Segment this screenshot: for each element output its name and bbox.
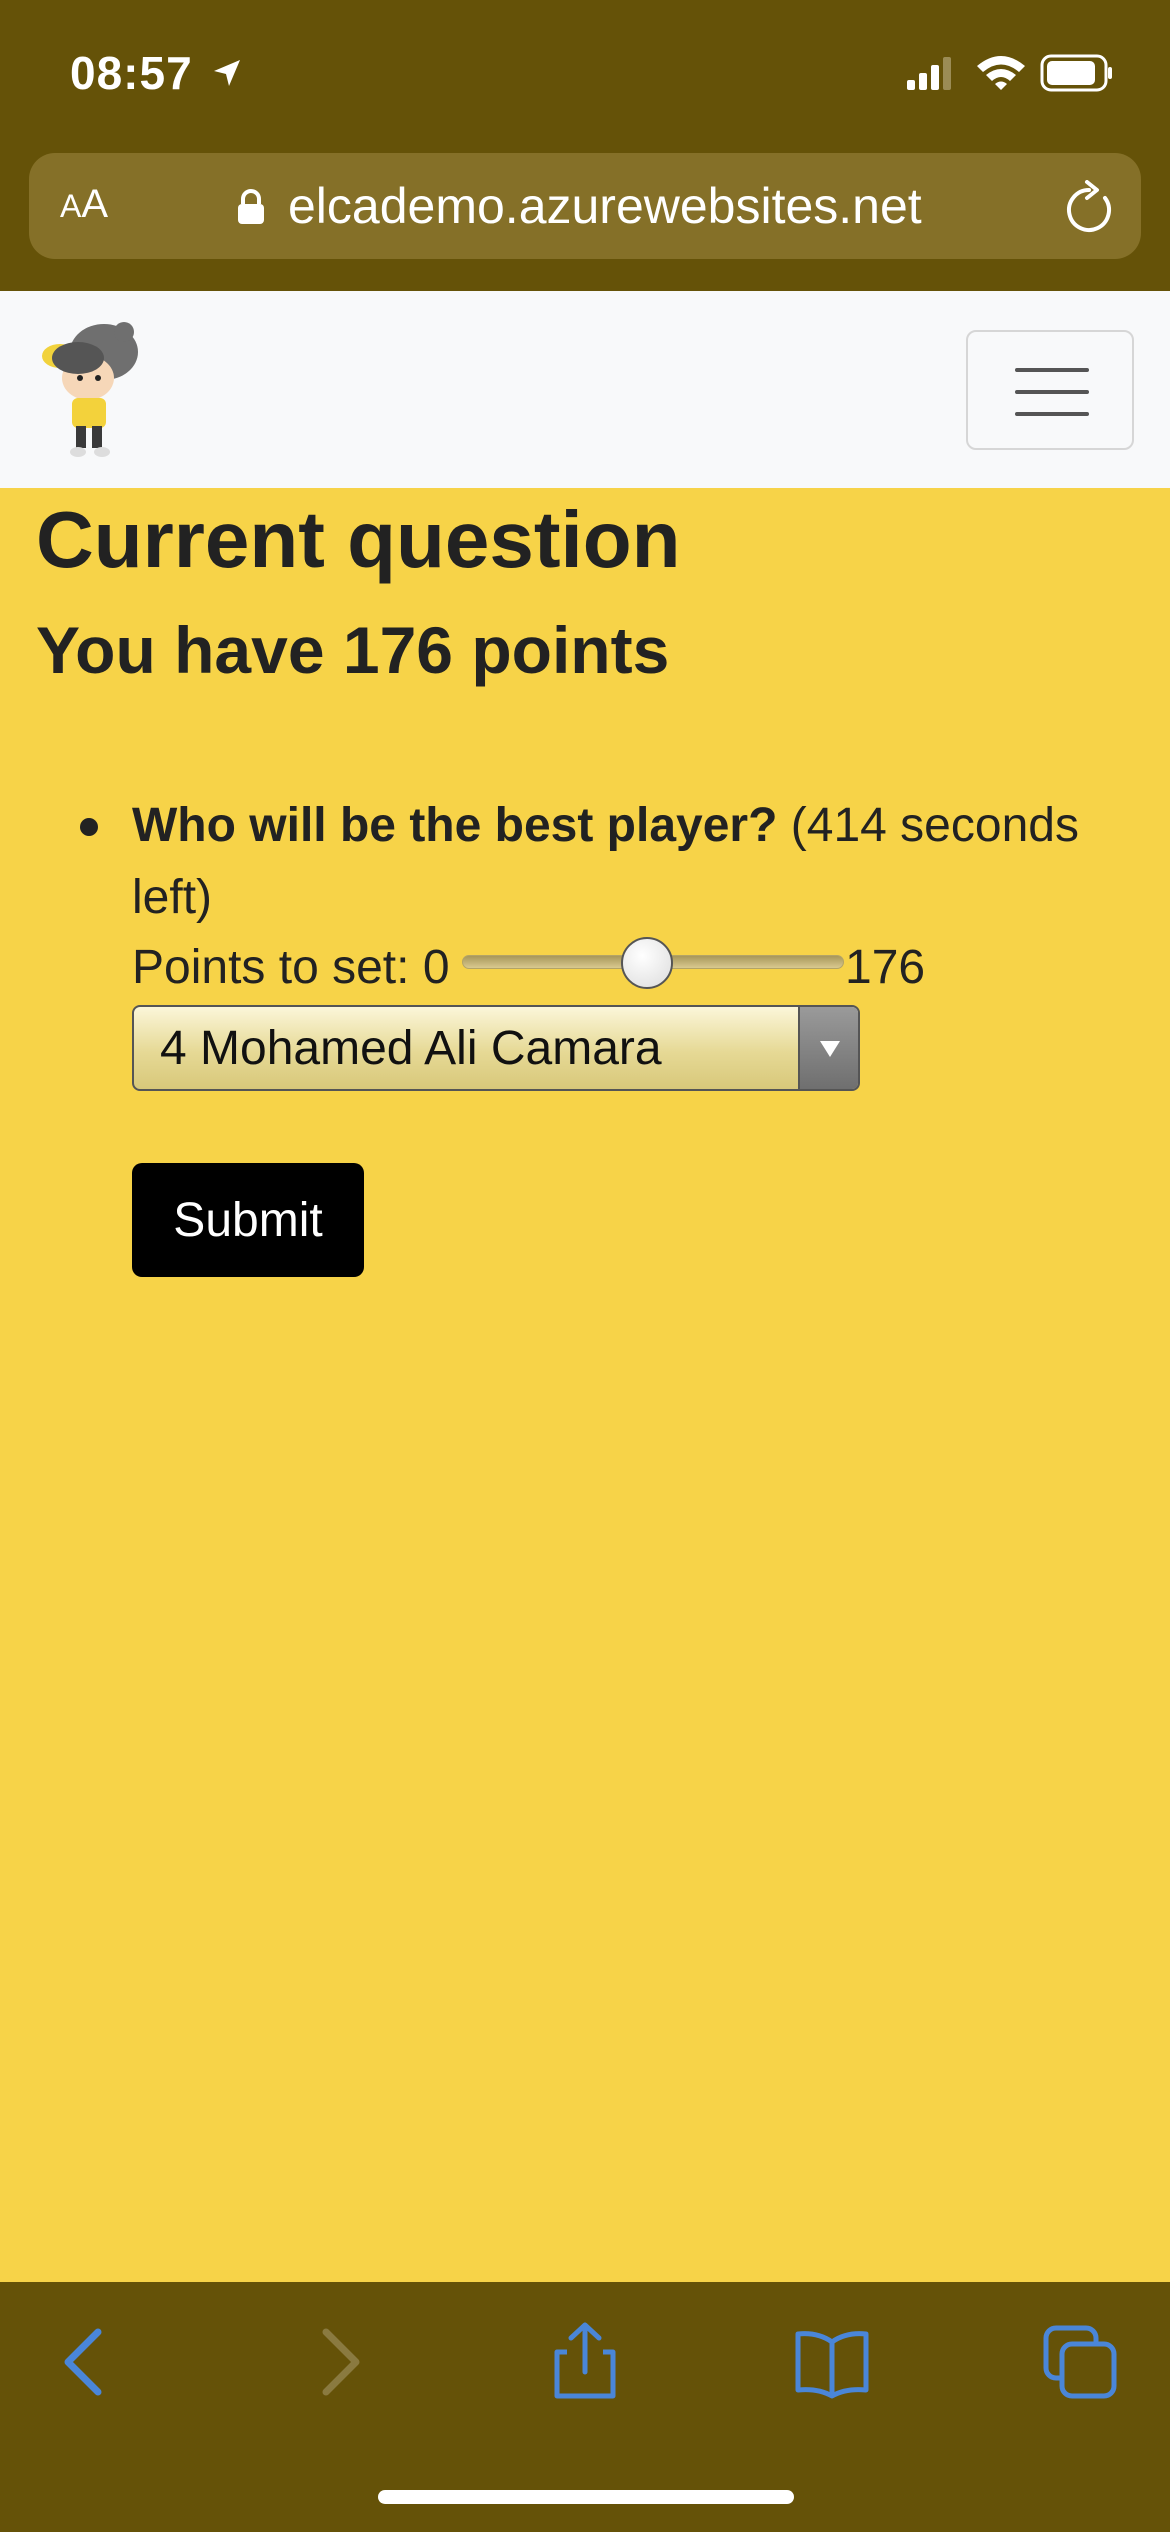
menu-bar-icon xyxy=(1015,412,1089,416)
question-text: Who will be the best player? xyxy=(132,799,778,852)
menu-bar-icon xyxy=(1015,368,1089,372)
menu-toggle-button[interactable] xyxy=(966,330,1134,450)
share-icon[interactable] xyxy=(545,2322,625,2402)
player-select-value: 4 Mohamed Ali Camara xyxy=(160,1022,662,1075)
select-arrow[interactable] xyxy=(798,1007,858,1089)
question-item: Who will be the best player? (414 second… xyxy=(132,790,1142,934)
chevron-down-icon xyxy=(820,1041,840,1057)
list-bullet xyxy=(80,818,98,836)
points-heading: You have 176 points xyxy=(36,613,670,687)
battery-icon xyxy=(1040,54,1112,92)
bookmarks-icon[interactable] xyxy=(792,2322,872,2402)
wifi-icon xyxy=(977,56,1025,90)
submit-button[interactable]: Submit xyxy=(132,1163,364,1277)
player-select[interactable]: 4 Mohamed Ali Camara xyxy=(132,1005,860,1091)
forward-icon[interactable] xyxy=(298,2322,378,2402)
tabs-icon[interactable] xyxy=(1040,2322,1120,2402)
status-time: 08:57 xyxy=(70,47,193,99)
text-size-button[interactable]: AA xyxy=(60,182,108,227)
reload-icon[interactable] xyxy=(1063,180,1117,236)
points-slider-thumb[interactable] xyxy=(621,937,673,989)
menu-bar-icon xyxy=(1015,390,1089,394)
url-text[interactable]: elcademo.azurewebsites.net xyxy=(288,177,922,235)
mascot-logo[interactable] xyxy=(38,318,148,460)
points-max-label: 176 xyxy=(845,941,926,994)
page-title: Current question xyxy=(36,495,681,584)
back-icon[interactable] xyxy=(46,2322,126,2402)
location-arrow-icon xyxy=(214,60,240,86)
points-to-set-label: Points to set: 0 xyxy=(132,941,450,994)
cellular-signal-icon xyxy=(907,57,951,90)
lock-icon xyxy=(238,189,264,224)
home-indicator xyxy=(378,2490,794,2504)
